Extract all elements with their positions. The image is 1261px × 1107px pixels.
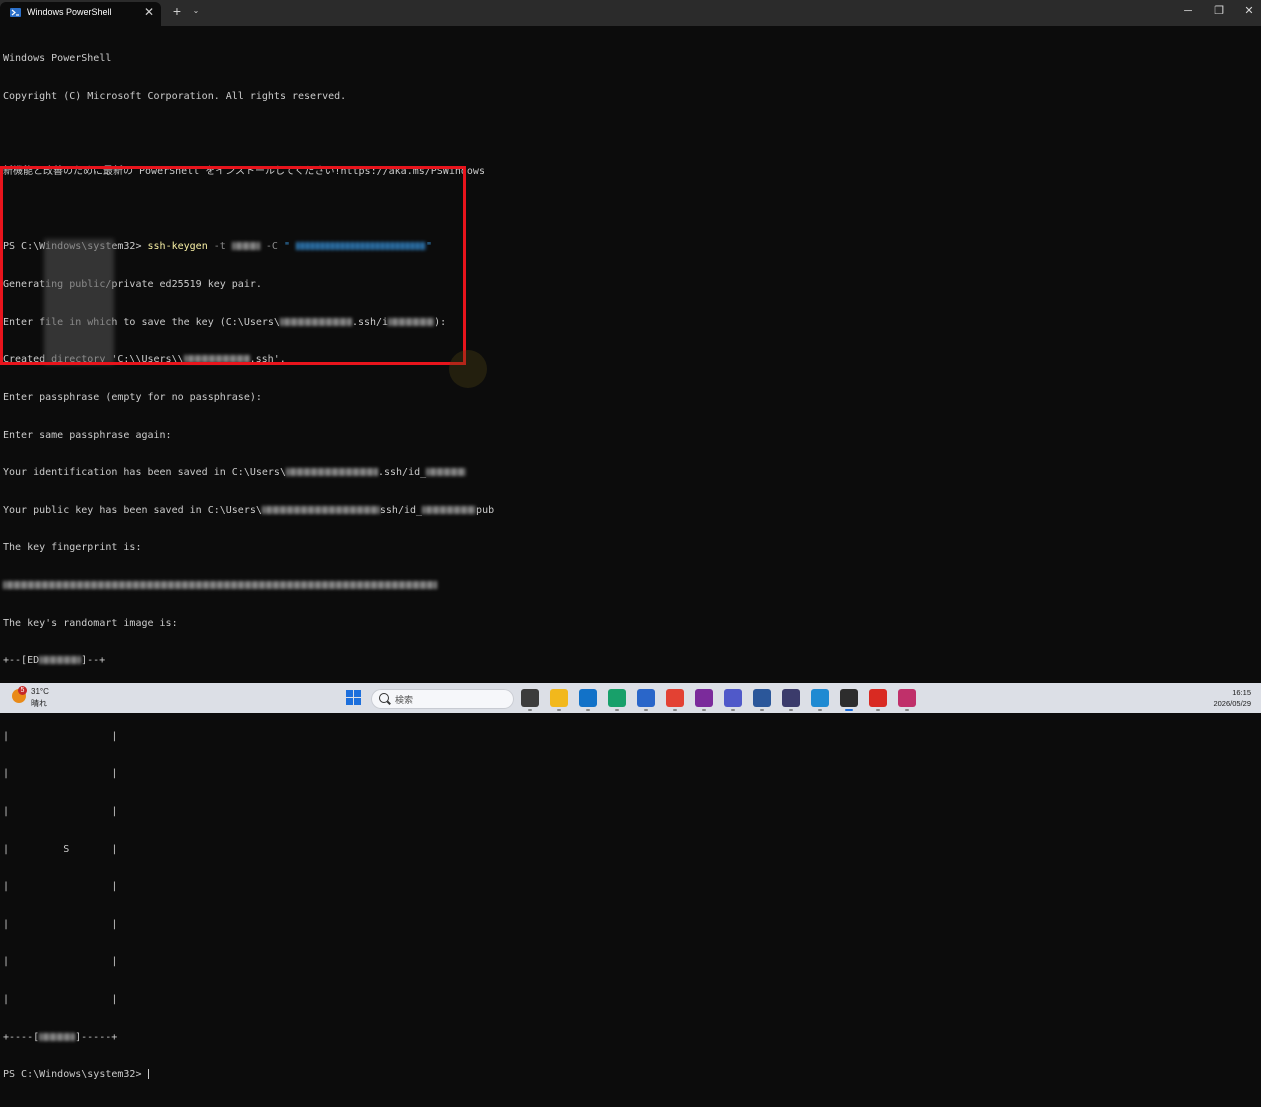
search-placeholder: 検索 bbox=[395, 695, 414, 705]
running-indicator bbox=[644, 709, 648, 711]
search-icon bbox=[379, 693, 389, 703]
redacted-text bbox=[39, 656, 82, 665]
redacted-fingerprint bbox=[3, 581, 437, 590]
clock-date: 2026/05/29 bbox=[1213, 699, 1251, 708]
running-indicator bbox=[702, 709, 706, 711]
mouse-cursor-highlight bbox=[449, 350, 487, 388]
running-indicator bbox=[818, 709, 822, 711]
maximize-button[interactable]: ❐ bbox=[1207, 3, 1231, 19]
randomart-row: | | bbox=[3, 956, 118, 968]
teams-icon[interactable] bbox=[724, 689, 742, 711]
tab-windows-powershell[interactable]: Windows PowerShell ✕ bbox=[0, 2, 161, 26]
title-bar: Windows PowerShell ✕ + ⌄ ─ ❐ ✕ bbox=[0, 0, 1261, 26]
running-indicator bbox=[845, 709, 853, 711]
running-indicator bbox=[760, 709, 764, 711]
close-tab-icon[interactable]: ✕ bbox=[142, 4, 156, 20]
randomart-top: +--[ED]--+ bbox=[3, 655, 106, 667]
running-indicator bbox=[615, 709, 619, 711]
randomart-row: | | bbox=[3, 918, 118, 930]
redacted-text bbox=[426, 468, 467, 477]
weather-condition: 晴れ bbox=[31, 699, 47, 708]
output-line: The key's randomart image is: bbox=[3, 617, 178, 629]
app-msix-icon[interactable] bbox=[782, 689, 800, 711]
weather-temperature: 31°C bbox=[31, 687, 49, 696]
close-window-button[interactable]: ✕ bbox=[1237, 3, 1261, 19]
running-indicator bbox=[557, 709, 561, 711]
final-prompt-line: PS C:\Windows\system32> bbox=[3, 1069, 494, 1082]
fingerprint-line bbox=[3, 580, 494, 593]
copyright-line: Copyright (C) Microsoft Corporation. All… bbox=[3, 90, 347, 102]
new-tab-button[interactable]: + bbox=[170, 3, 184, 19]
redacted-text bbox=[285, 468, 378, 477]
store-icon[interactable] bbox=[637, 689, 655, 711]
banner-line: Windows PowerShell bbox=[3, 53, 112, 65]
redacted-text bbox=[261, 505, 380, 514]
randomart-bottom: +----[]-----+ bbox=[3, 1031, 118, 1043]
search-box[interactable]: 検索 bbox=[371, 689, 514, 709]
snipping-tool-icon[interactable] bbox=[898, 689, 916, 711]
output-line: The key fingerprint is: bbox=[3, 542, 142, 554]
highlight-box bbox=[0, 166, 466, 365]
system-clock[interactable]: 16:15 2026/05/29 bbox=[1213, 687, 1251, 709]
running-indicator bbox=[905, 709, 909, 711]
output-line: Enter same passphrase again: bbox=[3, 429, 172, 441]
running-indicator bbox=[876, 709, 880, 711]
running-indicator bbox=[731, 709, 735, 711]
randomart-row: | S | bbox=[3, 843, 118, 855]
terminal-icon[interactable] bbox=[840, 689, 858, 711]
output-line: Enter passphrase (empty for no passphras… bbox=[3, 391, 262, 403]
word-icon[interactable] bbox=[753, 689, 771, 711]
onenote-icon[interactable] bbox=[695, 689, 713, 711]
randomart-row: | | bbox=[3, 994, 118, 1006]
output-line: Your identification has been saved in C:… bbox=[3, 467, 494, 480]
output-line: Your public key has been saved in C:\Use… bbox=[3, 504, 495, 516]
chrome-icon[interactable] bbox=[666, 689, 684, 711]
running-indicator bbox=[789, 709, 793, 711]
chevron-down-icon[interactable]: ⌄ bbox=[190, 4, 202, 18]
running-indicator bbox=[528, 709, 532, 711]
terminal-area[interactable]: Windows PowerShell Copyright (C) Microso… bbox=[0, 26, 1261, 1080]
start-button[interactable] bbox=[346, 690, 362, 706]
weather-badge: 5 bbox=[18, 686, 27, 695]
powershell-icon bbox=[10, 8, 21, 17]
running-indicator bbox=[673, 709, 677, 711]
randomart-row: | | bbox=[3, 805, 118, 817]
tab-title: Windows PowerShell bbox=[27, 7, 112, 17]
minimize-button[interactable]: ─ bbox=[1176, 3, 1200, 19]
taskbar: 5 31°C 晴れ 検索 16:15 2026/05/29 bbox=[0, 683, 1261, 713]
redacted-text bbox=[422, 505, 477, 514]
redacted-text bbox=[39, 1032, 76, 1041]
running-indicator bbox=[586, 709, 590, 711]
text-cursor bbox=[147, 1069, 149, 1080]
acrobat-icon[interactable] bbox=[869, 689, 887, 711]
vscode-icon[interactable] bbox=[811, 689, 829, 711]
edge-icon[interactable] bbox=[608, 689, 626, 711]
outlook-icon[interactable] bbox=[579, 689, 597, 711]
randomart-row: | | bbox=[3, 881, 118, 893]
empty-line bbox=[3, 128, 494, 141]
task-view-icon[interactable] bbox=[521, 689, 539, 711]
randomart-row: | | bbox=[3, 730, 118, 742]
file-explorer-icon[interactable] bbox=[550, 689, 568, 711]
randomart-row: | | bbox=[3, 768, 118, 780]
clock-time: 16:15 bbox=[1232, 688, 1251, 697]
